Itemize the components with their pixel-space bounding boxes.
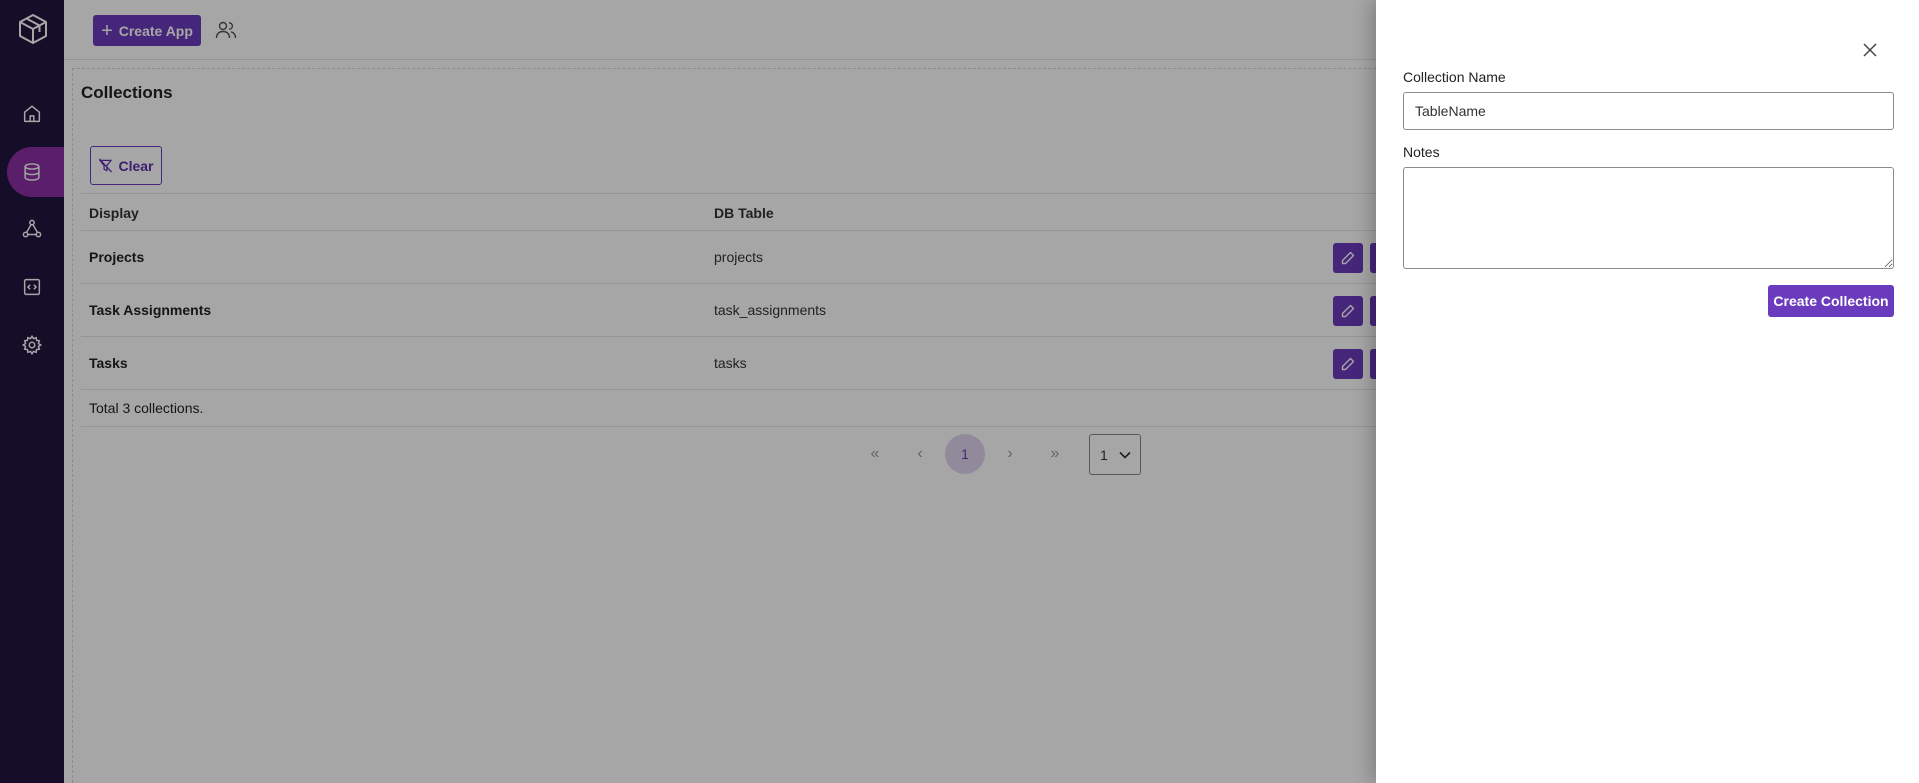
collection-name-label: Collection Name <box>1403 69 1506 85</box>
create-collection-drawer: Collection Name Notes Create Collection <box>1376 0 1919 783</box>
create-collection-button[interactable]: Create Collection <box>1768 285 1894 317</box>
notes-textarea[interactable] <box>1403 167 1894 269</box>
collection-name-input[interactable] <box>1403 92 1894 130</box>
notes-label: Notes <box>1403 144 1440 160</box>
close-icon[interactable] <box>1862 42 1878 58</box>
